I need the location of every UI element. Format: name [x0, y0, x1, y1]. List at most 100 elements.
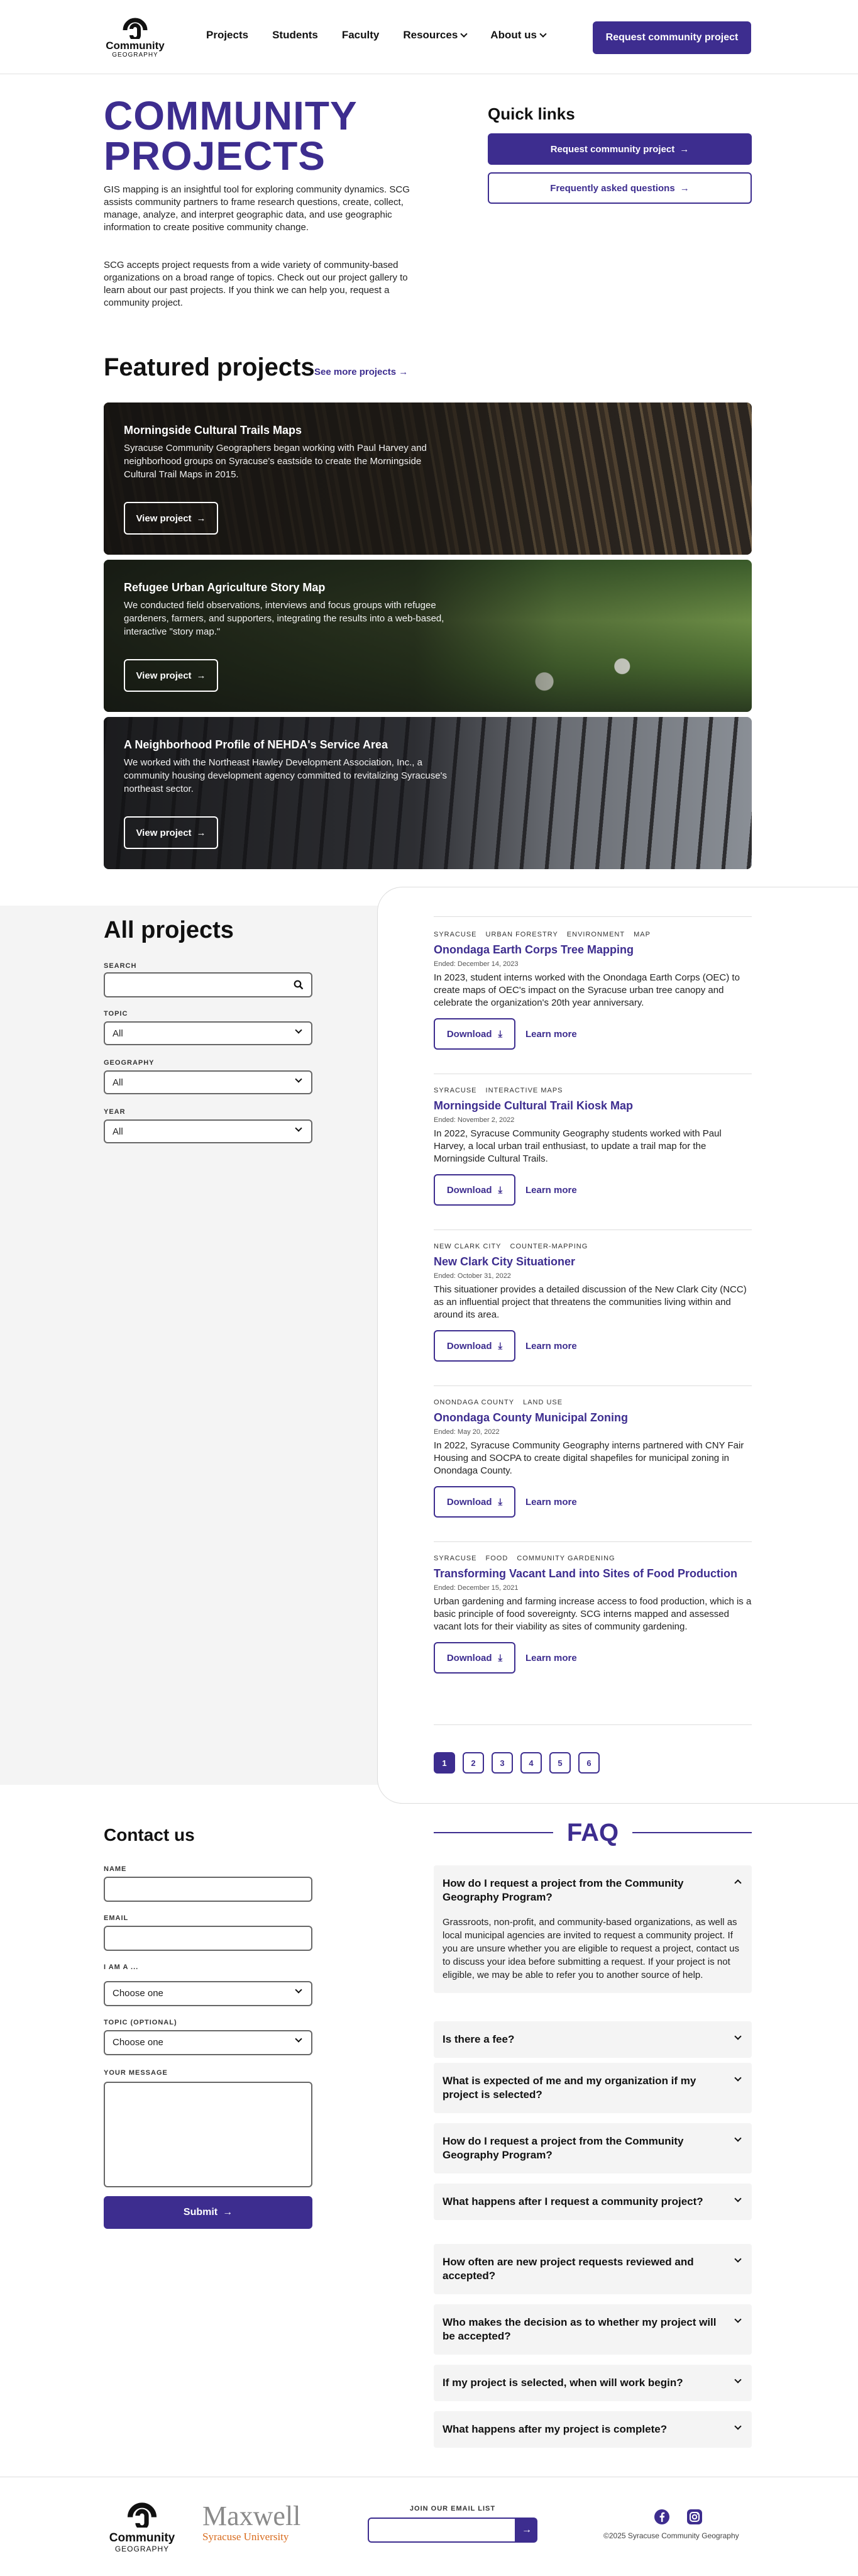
divider	[434, 1541, 752, 1542]
featured-card-nehda: A Neighborhood Profile of NEHDA's Servic…	[104, 717, 752, 869]
project-tag: LAND USE	[523, 1399, 563, 1406]
logo-line1: Community	[106, 40, 165, 52]
nav-students[interactable]: Students	[272, 29, 318, 42]
syracuse-university-wordmark: Syracuse University	[202, 2531, 289, 2543]
name-field[interactable]	[104, 1877, 312, 1902]
view-project-button[interactable]: View project →	[124, 816, 218, 849]
arrow-right-icon: →	[223, 2207, 233, 2218]
site-header: Community GEOGRAPHY Projects Students Fa…	[0, 0, 858, 74]
search-input[interactable]	[104, 972, 312, 997]
faq-item[interactable]: Who makes the decision as to whether my …	[434, 2304, 752, 2355]
faq-item[interactable]: How do I request a project from the Comm…	[434, 2123, 752, 2174]
download-label: Download	[446, 1652, 492, 1663]
chevron-down-icon	[295, 1075, 302, 1083]
download-button[interactable]: Download ⤓	[434, 1174, 515, 1206]
page-button-3[interactable]: 3	[492, 1752, 513, 1774]
page-button-6[interactable]: 6	[578, 1752, 600, 1774]
quick-link-request-label: Request community project	[550, 143, 675, 155]
see-more-projects-link[interactable]: See more projects →	[314, 367, 408, 377]
download-button[interactable]: Download ⤓	[434, 1486, 515, 1518]
project-tags: SYRACUSE INTERACTIVE MAPS	[434, 1087, 752, 1094]
footer-logo-line1: Community	[109, 2531, 175, 2545]
geography-filter-select[interactable]: All	[104, 1070, 312, 1094]
faq-item[interactable]: How often are new project requests revie…	[434, 2244, 752, 2294]
email-field[interactable]	[104, 1926, 312, 1951]
learn-more-link[interactable]: Learn more	[525, 1029, 577, 1040]
page-button-1[interactable]: 1	[434, 1752, 455, 1774]
faq-item[interactable]: Is there a fee?	[434, 2021, 752, 2058]
chevron-down-icon	[734, 2376, 742, 2384]
project-tag: FOOD	[485, 1555, 509, 1562]
nav-projects-label: Projects	[206, 29, 249, 41]
featured-title: Featured projects	[104, 353, 315, 381]
facebook-icon[interactable]	[654, 2509, 670, 2525]
message-textarea[interactable]	[104, 2082, 312, 2187]
project-tag: SYRACUSE	[434, 1555, 477, 1562]
footer-logo[interactable]: Community GEOGRAPHY	[101, 2495, 184, 2553]
learn-more-link[interactable]: Learn more	[525, 1653, 577, 1663]
nav-resources[interactable]: Resources	[403, 29, 468, 42]
project-title-link[interactable]: Onondaga County Municipal Zoning	[434, 1411, 752, 1424]
faq-item[interactable]: What happens after my project is complet…	[434, 2411, 752, 2448]
project-title-link[interactable]: Transforming Vacant Land into Sites of F…	[434, 1567, 752, 1580]
nav-about-us[interactable]: About us	[490, 29, 547, 42]
email-list-submit-button[interactable]: →	[516, 2518, 537, 2543]
maxwell-logo[interactable]: Maxwell Syracuse University	[202, 2502, 300, 2544]
project-item: SYRACUSE URBAN FORESTRY ENVIRONMENT MAP …	[434, 931, 752, 1050]
contact-title: Contact us	[104, 1825, 195, 1845]
chevron-down-icon	[295, 1026, 302, 1034]
learn-more-link[interactable]: Learn more	[525, 1341, 577, 1352]
community-geography-logo-icon	[123, 18, 148, 39]
request-project-header-button[interactable]: Request community project	[593, 21, 751, 54]
learn-more-link[interactable]: Learn more	[525, 1185, 577, 1196]
page-button-5[interactable]: 5	[549, 1752, 571, 1774]
featured-card-title: Refugee Urban Agriculture Story Map	[124, 581, 326, 594]
project-tag: COUNTER-MAPPING	[510, 1243, 588, 1250]
arrow-right-icon: →	[196, 513, 206, 524]
chevron-down-icon	[734, 2423, 742, 2430]
page-button-2[interactable]: 2	[463, 1752, 484, 1774]
download-button[interactable]: Download ⤓	[434, 1642, 515, 1674]
submit-button[interactable]: Submit →	[104, 2196, 312, 2229]
project-title-link[interactable]: Onondaga Earth Corps Tree Mapping	[434, 943, 752, 957]
arrow-right-icon: →	[522, 2524, 532, 2535]
topic-filter-label: TOPIC	[104, 1010, 128, 1018]
email-list-label: JOIN OUR EMAIL LIST	[409, 2505, 496, 2512]
project-tags: ONONDAGA COUNTY LAND USE	[434, 1399, 752, 1406]
project-title-link[interactable]: Morningside Cultural Trail Kiosk Map	[434, 1099, 752, 1113]
arrow-right-icon: →	[196, 670, 206, 681]
arrow-right-icon: →	[196, 827, 206, 838]
instagram-icon[interactable]	[686, 2509, 703, 2525]
chevron-down-icon	[295, 2035, 302, 2043]
i-am-a-select[interactable]: Choose one	[104, 1981, 312, 2006]
topic-filter-select[interactable]: All	[104, 1021, 312, 1045]
learn-more-link[interactable]: Learn more	[525, 1497, 577, 1507]
faq-question: How often are new project requests revie…	[443, 2256, 694, 2282]
year-filter-select[interactable]: All	[104, 1119, 312, 1143]
quick-link-request-button[interactable]: Request community project →	[488, 133, 752, 165]
site-logo[interactable]: Community GEOGRAPHY	[101, 11, 170, 64]
topic-select[interactable]: Choose one	[104, 2030, 312, 2055]
topic-value: Choose one	[113, 2037, 163, 2048]
faq-heading-rule	[632, 1832, 752, 1833]
nav-projects[interactable]: Projects	[206, 29, 248, 42]
featured-card-title: A Neighborhood Profile of NEHDA's Servic…	[124, 738, 388, 751]
view-project-button[interactable]: View project →	[124, 659, 218, 692]
view-project-button[interactable]: View project →	[124, 502, 218, 535]
page-button-4[interactable]: 4	[520, 1752, 542, 1774]
project-tags: NEW CLARK CITY COUNTER-MAPPING	[434, 1243, 752, 1250]
email-list-input[interactable]	[368, 2518, 516, 2543]
year-filter-value: All	[113, 1126, 123, 1137]
faq-item[interactable]: What is expected of me and my organizati…	[434, 2063, 752, 2113]
quick-link-faq-button[interactable]: Frequently asked questions →	[488, 172, 752, 204]
faq-item-expanded[interactable]: How do I request a project from the Comm…	[434, 1865, 752, 1993]
faq-item[interactable]: If my project is selected, when will wor…	[434, 2365, 752, 2401]
featured-card-desc: Syracuse Community Geographers began wor…	[124, 443, 427, 480]
see-more-label: See more projects	[314, 367, 397, 377]
project-title-link[interactable]: New Clark City Situationer	[434, 1255, 752, 1269]
download-button[interactable]: Download ⤓	[434, 1330, 515, 1362]
faq-item[interactable]: What happens after I request a community…	[434, 2184, 752, 2220]
chevron-down-icon	[460, 30, 468, 38]
nav-faculty[interactable]: Faculty	[342, 29, 380, 42]
download-button[interactable]: Download ⤓	[434, 1018, 515, 1050]
